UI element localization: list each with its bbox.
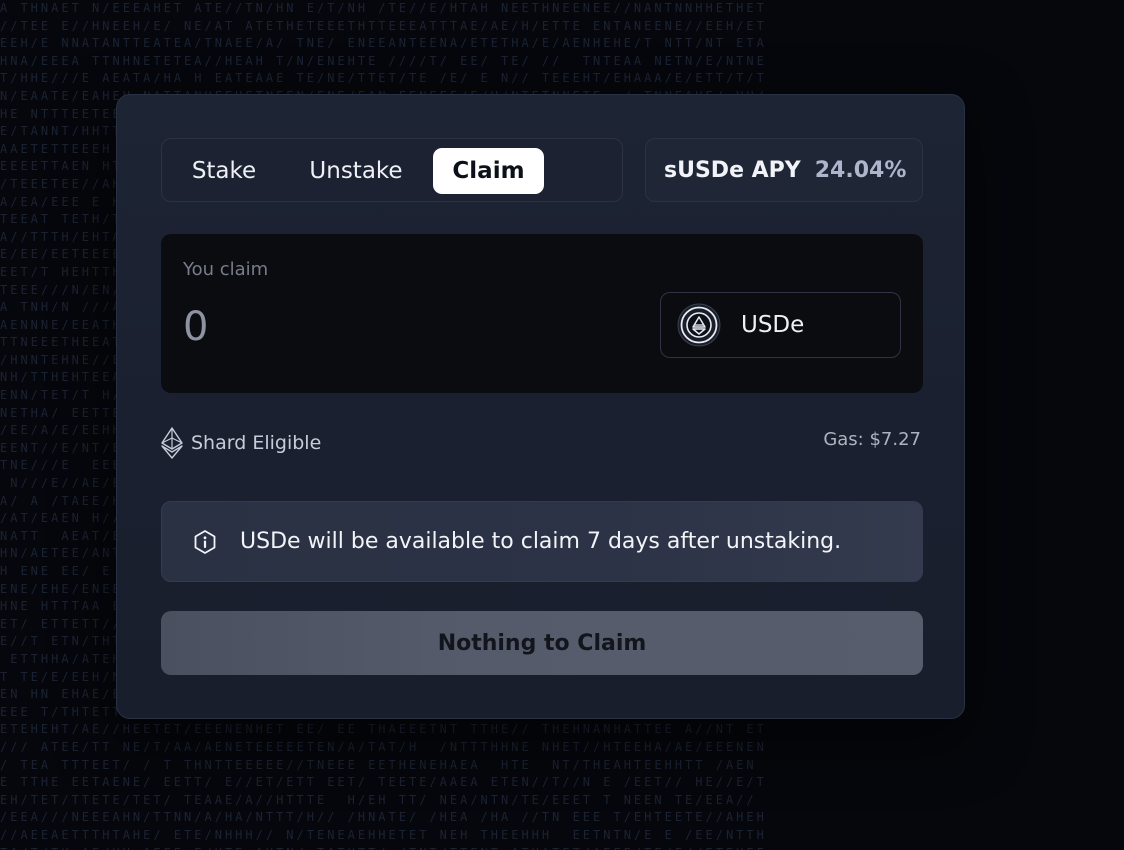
- tab-stake[interactable]: Stake: [170, 148, 278, 194]
- usde-token-icon: [677, 303, 721, 347]
- claim-label: You claim: [183, 259, 269, 280]
- apy-value: 24.04%: [814, 157, 907, 183]
- shard-eligible: Shard Eligible: [161, 427, 321, 459]
- tab-bar: Stake Unstake Claim: [161, 138, 623, 202]
- gas-estimate: Gas: $7.27: [823, 429, 921, 450]
- info-icon: [194, 529, 216, 554]
- nothing-to-claim-button[interactable]: Nothing to Claim: [161, 611, 923, 675]
- token-name: USDe: [741, 312, 805, 338]
- token-selector[interactable]: USDe: [660, 292, 901, 358]
- ethereum-icon: [161, 427, 183, 459]
- apy-badge: sUSDe APY 24.04%: [645, 138, 923, 202]
- claim-input-box: You claim USDe: [161, 234, 923, 393]
- shard-label: Shard Eligible: [191, 432, 322, 454]
- tab-claim[interactable]: Claim: [433, 148, 544, 194]
- claim-amount-input[interactable]: [183, 304, 483, 350]
- notice-text: USDe will be available to claim 7 days a…: [240, 529, 842, 554]
- staking-card: Stake Unstake Claim sUSDe APY 24.04% You…: [116, 94, 965, 719]
- claim-notice: USDe will be available to claim 7 days a…: [161, 501, 923, 582]
- apy-label: sUSDe APY: [664, 157, 801, 183]
- tab-unstake[interactable]: Unstake: [290, 148, 422, 194]
